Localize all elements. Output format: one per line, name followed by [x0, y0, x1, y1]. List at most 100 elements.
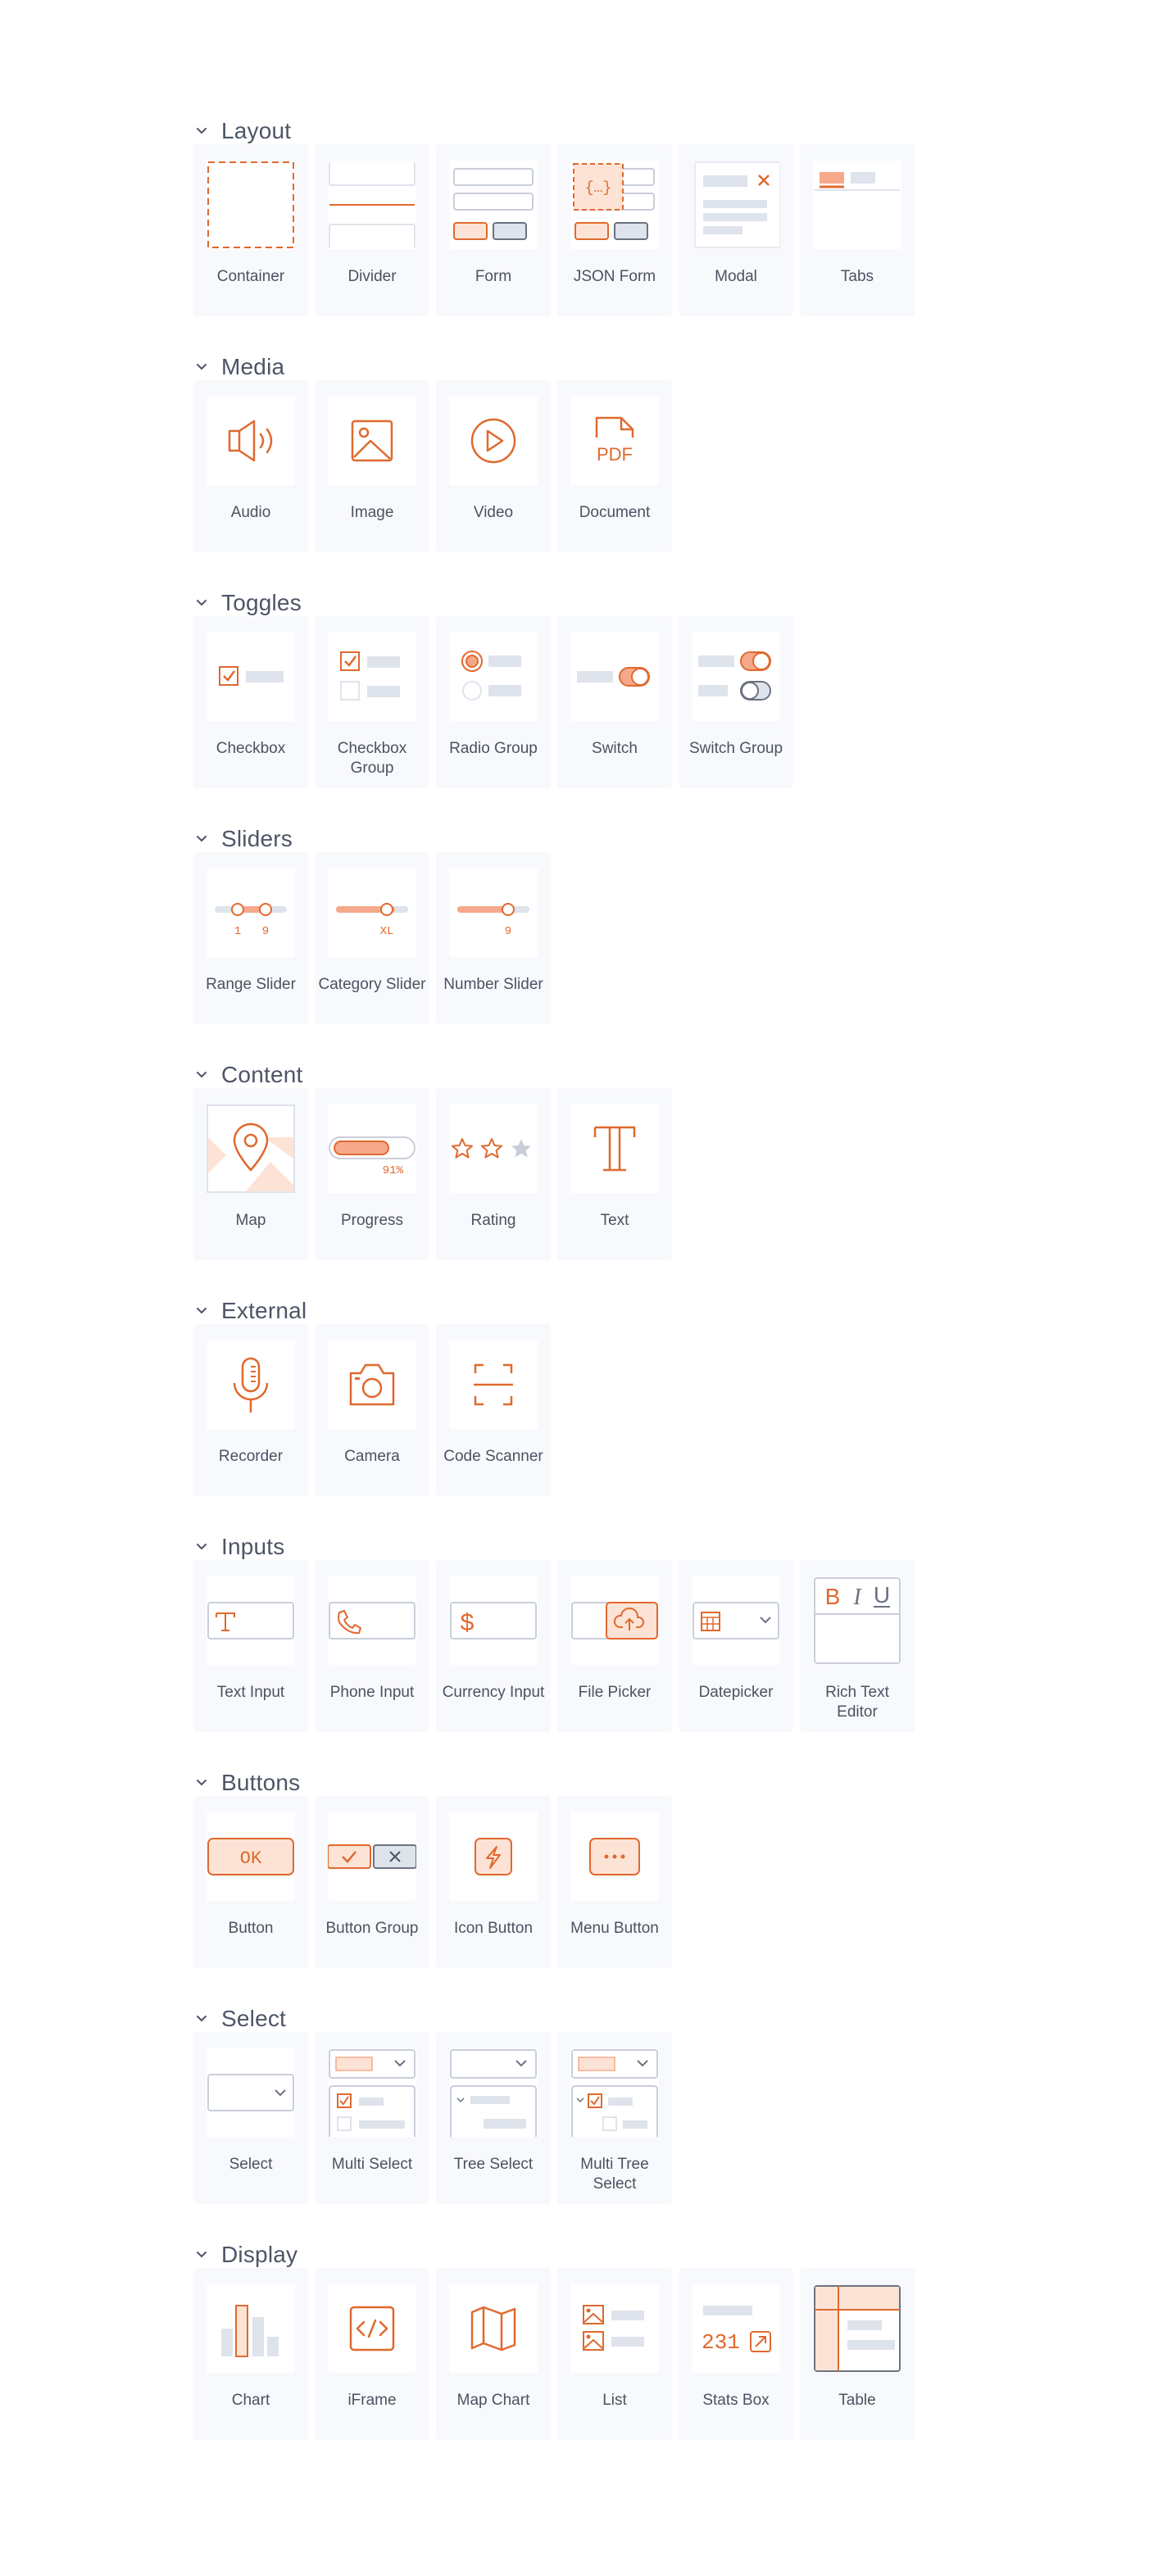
- component-tile-video[interactable]: Video: [436, 380, 551, 552]
- section-header-layout[interactable]: Layout: [193, 115, 291, 147]
- component-label: Map Chart: [456, 2392, 530, 2409]
- component-tile-number-slider[interactable]: 9 Number Slider: [436, 852, 551, 1024]
- component-tile-chart[interactable]: Chart: [193, 2268, 308, 2440]
- component-tile-select[interactable]: Select: [193, 2032, 308, 2204]
- component-label: Recorder: [218, 1448, 284, 1465]
- json-form-icon: {…}: [570, 161, 659, 249]
- switch-group-icon: [692, 633, 780, 721]
- component-tile-iframe[interactable]: iFrame: [315, 2268, 429, 2440]
- component-tile-switch[interactable]: Switch: [557, 616, 672, 788]
- currency-input-icon: $: [449, 1576, 538, 1665]
- section-header-buttons[interactable]: Buttons: [193, 1766, 300, 1799]
- component-tile-checkbox[interactable]: Checkbox: [193, 616, 308, 788]
- component-tile-stats-box[interactable]: 231 Stats Box: [679, 2268, 793, 2440]
- component-label: Tree Select: [453, 2156, 534, 2173]
- phone-input-icon: [328, 1576, 416, 1665]
- component-label: Video: [473, 504, 514, 521]
- component-label: Datepicker: [698, 1684, 774, 1701]
- component-tile-progress[interactable]: 91% Progress: [315, 1088, 429, 1260]
- component-tile-radio-group[interactable]: Radio Group: [436, 616, 551, 788]
- progress-icon: 91%: [328, 1104, 416, 1193]
- scanner-icon: [449, 1340, 538, 1429]
- component-tile-rich-text-editor[interactable]: BIU Rich Text Editor: [800, 1560, 915, 1732]
- section-title: Display: [221, 2242, 298, 2267]
- component-tile-checkbox-group[interactable]: Checkbox Group: [315, 616, 429, 788]
- component-label: Map: [235, 1212, 266, 1229]
- pdf-badge-text: PDF: [597, 444, 633, 465]
- component-tile-switch-group[interactable]: Switch Group: [679, 616, 793, 788]
- section-header-select[interactable]: Select: [193, 2002, 286, 2035]
- component-tile-button-group[interactable]: Button Group: [315, 1796, 429, 1968]
- component-tile-image[interactable]: Image: [315, 380, 429, 552]
- section-header-sliders[interactable]: Sliders: [193, 823, 293, 855]
- component-tile-button[interactable]: OK Button: [193, 1796, 308, 1968]
- component-tile-modal[interactable]: Modal: [679, 144, 793, 316]
- component-tile-table[interactable]: Table: [800, 2268, 915, 2440]
- svg-text:I: I: [852, 1585, 862, 1610]
- text-icon: [570, 1104, 659, 1193]
- component-palette: Layout Container Divider Form {…} JSON F…: [0, 0, 1158, 2576]
- component-tile-range-slider[interactable]: 19 Range Slider: [193, 852, 308, 1024]
- component-tile-divider[interactable]: Divider: [315, 144, 429, 316]
- section-title: Buttons: [221, 1770, 301, 1795]
- component-label: Image: [350, 504, 394, 521]
- component-tile-document[interactable]: PDF Document: [557, 380, 672, 552]
- section-header-content[interactable]: Content: [193, 1059, 302, 1091]
- section-header-inputs[interactable]: Inputs: [193, 1531, 284, 1563]
- component-tile-datepicker[interactable]: Datepicker: [679, 1560, 793, 1732]
- section-header-display[interactable]: Display: [193, 2238, 297, 2271]
- range-slider-icon: 19: [207, 868, 295, 957]
- component-tile-text[interactable]: Text: [557, 1088, 672, 1260]
- component-tile-code-scanner[interactable]: Code Scanner: [436, 1324, 551, 1496]
- radio-group-icon: [449, 633, 538, 721]
- rich-text-editor-icon: BIU: [813, 1576, 901, 1665]
- component-label: Divider: [347, 268, 397, 285]
- component-tile-phone-input[interactable]: Phone Input: [315, 1560, 429, 1732]
- component-tile-recorder[interactable]: Recorder: [193, 1324, 308, 1496]
- component-tile-form[interactable]: Form: [436, 144, 551, 316]
- component-tile-menu-button[interactable]: Menu Button: [557, 1796, 672, 1968]
- component-tile-container[interactable]: Container: [193, 144, 308, 316]
- component-tile-file-picker[interactable]: File Picker: [557, 1560, 672, 1732]
- form-icon: [449, 161, 538, 249]
- iframe-icon: [328, 2284, 416, 2373]
- section-title: Content: [221, 1062, 303, 1087]
- component-tile-tabs[interactable]: Tabs: [800, 144, 915, 316]
- component-tile-map[interactable]: Map: [193, 1088, 308, 1260]
- section-header-media[interactable]: Media: [193, 351, 284, 383]
- component-label: Switch Group: [688, 740, 783, 757]
- component-tile-camera[interactable]: Camera: [315, 1324, 429, 1496]
- component-tile-rating[interactable]: Rating: [436, 1088, 551, 1260]
- component-tile-audio[interactable]: Audio: [193, 380, 308, 552]
- component-label: iFrame: [347, 2392, 397, 2409]
- svg-text:1: 1: [234, 925, 241, 938]
- component-label: Document: [579, 504, 651, 521]
- component-tile-category-slider[interactable]: XL Category Slider: [315, 852, 429, 1024]
- section-title: Inputs: [221, 1534, 285, 1559]
- component-tile-multi-tree-select[interactable]: Multi Tree Select: [557, 2032, 672, 2204]
- component-label: Checkbox: [216, 740, 286, 757]
- multi-tree-select-icon: [570, 2048, 659, 2137]
- component-tile-text-input[interactable]: Text Input: [193, 1560, 308, 1732]
- component-label: Button: [228, 1920, 274, 1937]
- component-tile-multi-select[interactable]: Multi Select: [315, 2032, 429, 2204]
- chevron-down-icon: [197, 1308, 207, 1313]
- audio-icon: [207, 397, 295, 485]
- component-label: Progress: [340, 1212, 404, 1229]
- component-tile-tree-select[interactable]: Tree Select: [436, 2032, 551, 2204]
- menu-button-icon: [570, 1812, 659, 1901]
- section-header-toggles[interactable]: Toggles: [193, 587, 302, 619]
- chevron-down-icon: [197, 836, 207, 841]
- component-tile-map-chart[interactable]: Map Chart: [436, 2268, 551, 2440]
- component-label: Rich Text Editor: [825, 1684, 889, 1721]
- file-picker-icon: [570, 1576, 659, 1665]
- component-tile-json-form[interactable]: {…} JSON Form: [557, 144, 672, 316]
- component-label: Tabs: [840, 268, 874, 285]
- component-tile-currency-input[interactable]: $ Currency Input: [436, 1560, 551, 1732]
- section-title: Media: [221, 354, 285, 379]
- section-header-external[interactable]: External: [193, 1295, 307, 1327]
- checkbox-icon: [207, 633, 295, 721]
- component-tile-icon-button[interactable]: Icon Button: [436, 1796, 551, 1968]
- component-tile-list[interactable]: List: [557, 2268, 672, 2440]
- component-label: Category Slider: [318, 976, 426, 993]
